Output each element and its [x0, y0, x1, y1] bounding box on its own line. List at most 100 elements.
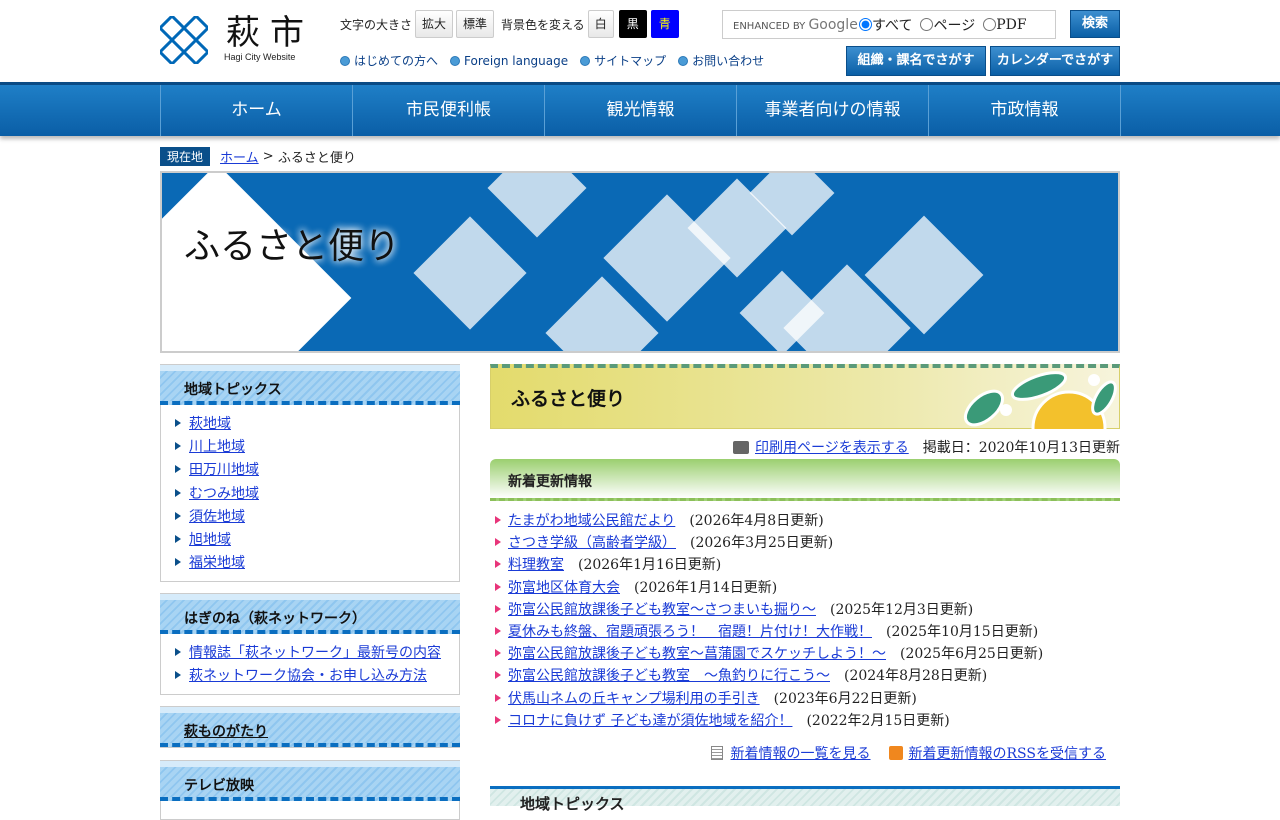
search-scope-pdf[interactable]: PDF	[983, 17, 1027, 33]
header: 萩市 Hagi City Website 文字の大きさ 拡大 標準 背景色を変え…	[160, 0, 1120, 82]
content-title-band: ふるさと便り	[490, 364, 1120, 429]
sidebar-link[interactable]: 萩地域	[175, 411, 459, 434]
search-input[interactable]: ENHANCED BY Google すべて ページ PDF	[722, 10, 1056, 39]
news-date: (2026年3月25日更新)	[690, 535, 834, 552]
sidebar-box-haginone: はぎのね（萩ネットワーク） 情報誌「萩ネットワーク」最新号の内容 萩ネットワーク…	[160, 593, 460, 695]
arrow-icon	[175, 670, 181, 679]
arrow-icon	[495, 538, 501, 547]
global-nav: ホーム 市民便利帳 観光情報 事業者向けの情報 市政情報	[0, 82, 1280, 136]
bg-blue-button[interactable]: 青	[650, 10, 679, 38]
arrow-icon	[495, 649, 501, 658]
news-heading-band: 新着更新情報	[490, 459, 1120, 501]
sidebar-heading-link[interactable]: 萩ものがたり	[184, 721, 268, 741]
arrow-icon	[175, 465, 181, 474]
news-heading: 新着更新情報	[508, 474, 592, 490]
bullet-icon	[580, 55, 591, 66]
sidebar-box-tv: テレビ放映	[160, 760, 460, 820]
rss-link[interactable]: 新着更新情報のRSSを受信する	[909, 743, 1106, 763]
sidebar-link[interactable]: 情報誌「萩ネットワーク」最新号の内容	[175, 640, 459, 663]
sidebar-heading: 地域トピックス	[184, 382, 282, 398]
news-link[interactable]: 伏馬山ネムの丘キャンプ場利用の手引き	[508, 688, 760, 708]
news-date: (2026年4月8日更新)	[689, 513, 824, 530]
search-scope-page[interactable]: ページ	[920, 15, 975, 35]
news-link[interactable]: 料理教室	[508, 554, 564, 574]
bg-white-button[interactable]: 白	[587, 10, 614, 38]
arrow-icon	[495, 604, 501, 613]
news-date: (2023年6月22日更新)	[773, 690, 917, 707]
site-logo[interactable]: 萩市 Hagi City Website	[160, 16, 314, 64]
link-sitemap[interactable]: サイトマップ	[580, 52, 666, 69]
bullet-icon	[450, 55, 461, 66]
print-page-link[interactable]: 印刷用ページを表示する	[755, 437, 909, 457]
page-banner: ふるさと便り	[160, 171, 1120, 353]
breadcrumb-current: ふるさと便り	[277, 151, 356, 166]
news-list: たまがわ地域公民館だより (2026年4月8日更新) さつき学級（高齢者学級） (20…	[490, 509, 1120, 731]
google-branding: ENHANCED BY Google	[733, 16, 858, 33]
section-heading: 地域トピックス	[520, 795, 625, 813]
sidebar-link[interactable]: 萩ネットワーク協会・お申し込み方法	[175, 663, 459, 686]
news-item: さつき学級（高齢者学級） (2026年3月25日更新)	[490, 531, 1120, 553]
bullet-icon	[340, 55, 350, 66]
bullet-icon	[678, 55, 689, 66]
link-first-time[interactable]: はじめての方へ	[340, 52, 438, 69]
sidebar-link[interactable]: 川上地域	[175, 434, 459, 457]
page-title: ふるさと便り	[511, 388, 626, 410]
news-link[interactable]: コロナに負けず 子ども達が須佐地域を紹介！	[508, 710, 792, 730]
citrus-illustration-icon	[963, 371, 1117, 429]
news-link[interactable]: 弥富公民館放課後子ども教室～さつまいも掘り～	[508, 599, 816, 619]
org-search-button[interactable]: 組織・課名でさがす	[846, 46, 986, 76]
news-date: (2026年1月16日更新)	[578, 557, 722, 574]
search-scope-all[interactable]: すべて	[859, 15, 912, 35]
news-date: (2025年12月3日更新)	[830, 601, 974, 618]
arrow-icon	[175, 558, 181, 567]
arrow-icon	[175, 418, 181, 427]
news-item: たまがわ地域公民館だより (2026年4月8日更新)	[490, 509, 1120, 531]
news-list-link[interactable]: 新着情報の一覧を見る	[731, 743, 871, 763]
news-date: (2022年2月15日更新)	[806, 712, 950, 729]
posted-date: 掲載日：2020年10月13日更新	[922, 440, 1120, 456]
news-link[interactable]: 夏休みも終盤、宿題頑張ろう！ 宿題！片付け！大作戦！	[508, 621, 872, 641]
arrow-icon	[495, 671, 501, 680]
breadcrumb-label: 現在地	[160, 147, 211, 166]
news-item: 弥富公民館放課後子ども教室～菖蒲園でスケッチしよう！～ (2025年6月25日更新…	[490, 642, 1120, 664]
sidebar-link[interactable]: 福栄地域	[175, 551, 459, 574]
link-foreign-language[interactable]: Foreign language	[450, 52, 568, 69]
news-link[interactable]: さつき学級（高齢者学級）	[508, 532, 676, 552]
sidebar-heading: はぎのね（萩ネットワーク）	[184, 611, 366, 627]
sidebar-link[interactable]: 須佐地域	[175, 504, 459, 527]
nav-business[interactable]: 事業者向けの情報	[737, 85, 929, 136]
news-link[interactable]: 弥富公民館放課後子ども教室 ～魚釣りに行こう～	[508, 665, 830, 685]
nav-home[interactable]: ホーム	[161, 85, 353, 136]
sidebar-link[interactable]: 田万川地域	[175, 458, 459, 481]
bg-black-button[interactable]: 黒	[618, 10, 647, 38]
arrow-icon	[175, 488, 181, 497]
area-topics-heading-band: 地域トピックス	[490, 786, 1120, 813]
nav-city-admin[interactable]: 市政情報	[929, 85, 1121, 136]
printer-icon	[733, 440, 749, 454]
news-link[interactable]: 弥富公民館放課後子ども教室～菖蒲園でスケッチしよう！～	[508, 643, 886, 663]
sidebar-link[interactable]: むつみ地域	[175, 481, 459, 504]
sidebar-box-hagi-monogatari: 萩ものがたり	[160, 706, 460, 748]
news-date: (2025年10月15日更新)	[886, 624, 1039, 641]
arrow-icon	[495, 582, 501, 591]
news-date: (2024年8月28日更新)	[844, 668, 988, 685]
nav-citizen-guide[interactable]: 市民便利帳	[353, 85, 545, 136]
logo-title: 萩市	[226, 13, 314, 53]
calendar-search-button[interactable]: カレンダーでさがす	[990, 46, 1120, 76]
nav-tourism[interactable]: 観光情報	[545, 85, 737, 136]
news-link[interactable]: たまがわ地域公民館だより	[508, 510, 675, 530]
font-size-label: 文字の大きさ	[340, 17, 413, 32]
logo-mark-icon	[160, 16, 208, 64]
logo-subtitle: Hagi City Website	[224, 52, 296, 62]
standard-size-button[interactable]: 標準	[456, 10, 495, 38]
sidebar-link[interactable]: 旭地域	[175, 527, 459, 550]
arrow-icon	[495, 560, 501, 569]
search-button[interactable]: 検索	[1070, 10, 1120, 38]
link-contact[interactable]: お問い合わせ	[678, 52, 764, 69]
breadcrumb-home[interactable]: ホーム	[220, 147, 259, 166]
arrow-icon	[175, 511, 181, 520]
news-link[interactable]: 弥富地区体育大会	[508, 577, 620, 597]
sidebar-heading: テレビ放映	[184, 778, 254, 794]
news-item: 料理教室 (2026年1月16日更新)	[490, 553, 1120, 575]
enlarge-button[interactable]: 拡大	[415, 10, 454, 38]
